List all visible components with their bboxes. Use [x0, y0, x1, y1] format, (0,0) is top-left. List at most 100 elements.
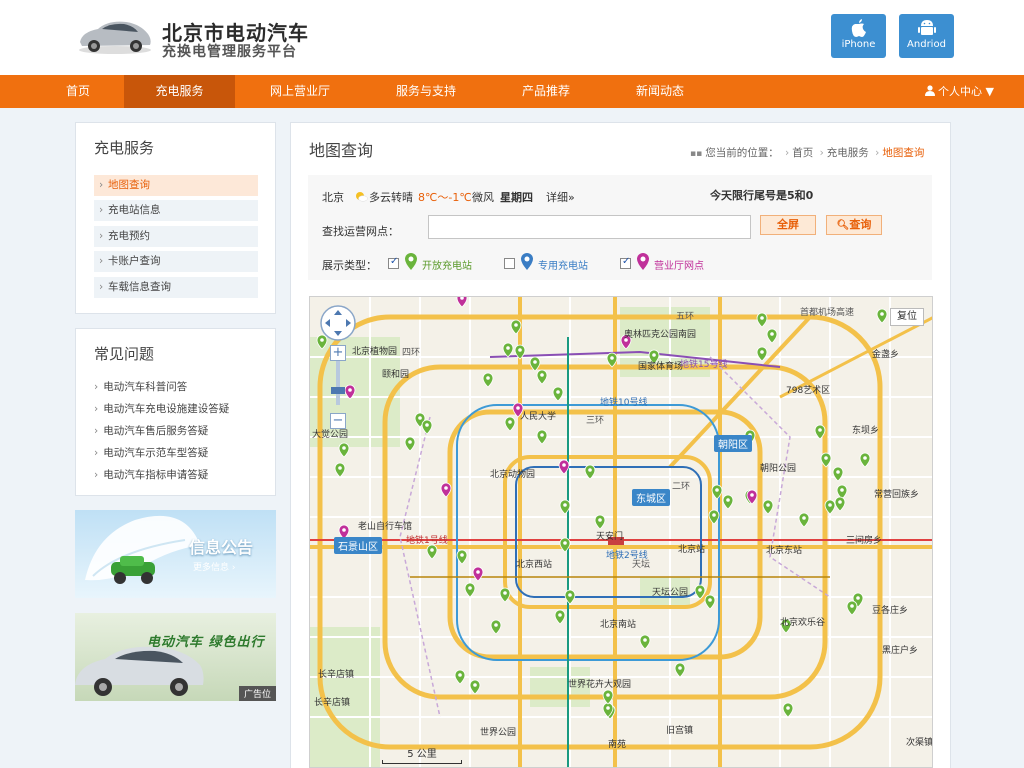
charging-station-pin[interactable] — [426, 544, 438, 560]
query-button[interactable]: 🔍︎查询 — [826, 215, 882, 235]
weather-city: 北京 — [322, 191, 344, 204]
map-reset-button[interactable]: 复位 — [890, 308, 924, 326]
nav-news[interactable]: 新闻动态 — [612, 75, 708, 108]
sidebar-item-map-query[interactable]: 地图查询 — [94, 175, 258, 196]
iphone-app-button[interactable]: iPhone — [831, 14, 886, 58]
charging-station-pin[interactable] — [558, 459, 570, 475]
fullscreen-button[interactable]: 全屏 — [760, 215, 816, 235]
charging-station-pin[interactable] — [344, 384, 356, 400]
user-center-menu[interactable]: 个人中心 ▼ — [924, 75, 994, 108]
charging-station-pin[interactable] — [421, 419, 433, 435]
nav-service-support[interactable]: 服务与支持 — [378, 75, 474, 108]
breadcrumb: ▪▪ 您当前的位置： › 首页 › 充电服务 › 地图查询 — [690, 147, 925, 159]
charging-station-pin[interactable] — [490, 619, 502, 635]
nav-products[interactable]: 产品推荐 — [498, 75, 594, 108]
charging-station-pin[interactable] — [334, 462, 346, 478]
ad-banner[interactable]: 电动汽车 绿色出行 广告位 — [75, 613, 276, 701]
charging-station-pin[interactable] — [824, 499, 836, 515]
map-view[interactable]: + − 复位 朝阳区 东城区 石景山区 北京植物园 颐和园 人民大学 北京动物园… — [309, 296, 933, 768]
sidebar-item-reservation[interactable]: 充电预约 — [94, 226, 258, 247]
notice-banner[interactable]: 信息公告 更多信息 › — [75, 510, 276, 598]
charging-station-pin[interactable] — [876, 308, 888, 324]
charging-station-pin[interactable] — [834, 496, 846, 512]
charging-station-pin[interactable] — [846, 600, 858, 616]
faq-item-quota[interactable]: 电动汽车指标申请答疑 — [94, 467, 208, 482]
charging-station-pin[interactable] — [454, 669, 466, 685]
charging-station-pin[interactable] — [510, 319, 522, 335]
charging-station-pin[interactable] — [820, 452, 832, 468]
faq-item-science[interactable]: 电动汽车科普问答 — [94, 379, 187, 394]
charging-station-pin[interactable] — [814, 424, 826, 440]
charging-station-pin[interactable] — [564, 589, 576, 605]
site-header: 北京市电动汽车 充换电管理服务平台 iPhone Andriod — [0, 0, 1024, 75]
charging-station-pin[interactable] — [639, 634, 651, 650]
sidebar-item-station-info[interactable]: 充电站信息 — [94, 200, 258, 221]
charging-station-pin[interactable] — [514, 344, 526, 360]
charging-station-pin[interactable] — [756, 312, 768, 328]
map-zoom-handle[interactable] — [331, 387, 345, 394]
nav-home[interactable]: 首页 — [30, 75, 126, 108]
charging-station-pin[interactable] — [594, 514, 606, 530]
charging-station-pin[interactable] — [502, 342, 514, 358]
charging-station-pin[interactable] — [694, 584, 706, 600]
place-label: 天坛公园 — [652, 588, 689, 598]
charging-station-pin[interactable] — [859, 452, 871, 468]
checkbox-private-station[interactable] — [504, 258, 515, 269]
charging-station-pin[interactable] — [722, 494, 734, 510]
notice-more-link[interactable]: 更多信息 › — [193, 560, 235, 573]
charging-station-pin[interactable] — [559, 499, 571, 515]
charging-station-pin[interactable] — [708, 509, 720, 525]
charging-station-pin[interactable] — [606, 352, 618, 368]
charging-station-pin[interactable] — [674, 662, 686, 678]
charging-station-pin[interactable] — [404, 436, 416, 452]
faq-item-after-sales[interactable]: 电动汽车售后服务答疑 — [94, 423, 208, 438]
subway-label: 地铁10号线 — [600, 398, 648, 408]
charging-station-pin[interactable] — [536, 369, 548, 385]
charging-station-pin[interactable] — [529, 356, 541, 372]
map-pan-control[interactable] — [320, 305, 356, 341]
weather-detail-link[interactable]: 详细» — [546, 189, 575, 205]
charging-station-pin[interactable] — [704, 594, 716, 610]
charging-station-pin[interactable] — [584, 464, 596, 480]
charging-station-pin[interactable] — [338, 442, 350, 458]
charging-station-pin[interactable] — [472, 566, 484, 582]
faq-item-facilities[interactable]: 电动汽车充电设施建设答疑 — [94, 401, 229, 416]
faq-item-models[interactable]: 电动汽车示范车型答疑 — [94, 445, 208, 460]
charging-station-pin[interactable] — [766, 328, 778, 344]
charging-station-pin[interactable] — [559, 537, 571, 553]
nav-online-hall[interactable]: 网上营业厅 — [252, 75, 348, 108]
charging-station-pin[interactable] — [499, 587, 511, 603]
breadcrumb-charging[interactable]: 充电服务 — [827, 147, 869, 159]
place-label: 次渠镇 — [906, 738, 933, 748]
charging-station-pin[interactable] — [482, 372, 494, 388]
charging-station-pin[interactable] — [440, 482, 452, 498]
charging-station-pin[interactable] — [469, 679, 481, 695]
checkbox-open-station[interactable] — [388, 256, 399, 269]
charging-station-pin[interactable] — [456, 549, 468, 565]
breadcrumb-home[interactable]: 首页 — [792, 147, 813, 159]
charging-station-pin[interactable] — [711, 484, 723, 500]
sidebar-item-vehicle-info[interactable]: 车载信息查询 — [94, 277, 258, 298]
map-zoom-in-button[interactable]: + — [330, 345, 346, 361]
charging-station-pin[interactable] — [798, 512, 810, 528]
charging-station-pin[interactable] — [756, 346, 768, 362]
station-search-input[interactable] — [428, 215, 751, 239]
charging-station-pin[interactable] — [536, 429, 548, 445]
charging-station-pin[interactable] — [762, 499, 774, 515]
nav-charging-service[interactable]: 充电服务 — [124, 75, 235, 108]
charging-station-pin[interactable] — [782, 702, 794, 718]
sidebar-item-card-account[interactable]: 卡账户查询 — [94, 251, 258, 272]
charging-station-pin[interactable] — [602, 689, 614, 705]
charging-station-pin[interactable] — [464, 582, 476, 598]
car-logo-icon[interactable] — [76, 14, 154, 56]
page-title: 地图查询 — [309, 141, 374, 160]
checkbox-service-hall[interactable] — [620, 256, 631, 269]
charging-station-pin[interactable] — [552, 386, 564, 402]
charging-station-pin[interactable] — [456, 297, 468, 308]
charging-station-pin[interactable] — [554, 609, 566, 625]
charging-station-pin[interactable] — [832, 466, 844, 482]
sidebar-charging-panel: 充电服务 地图查询 充电站信息 充电预约 卡账户查询 车载信息查询 — [75, 122, 276, 314]
map-zoom-slider[interactable] — [336, 361, 340, 405]
android-app-button[interactable]: Andriod — [899, 14, 954, 58]
charging-station-pin[interactable] — [504, 416, 516, 432]
